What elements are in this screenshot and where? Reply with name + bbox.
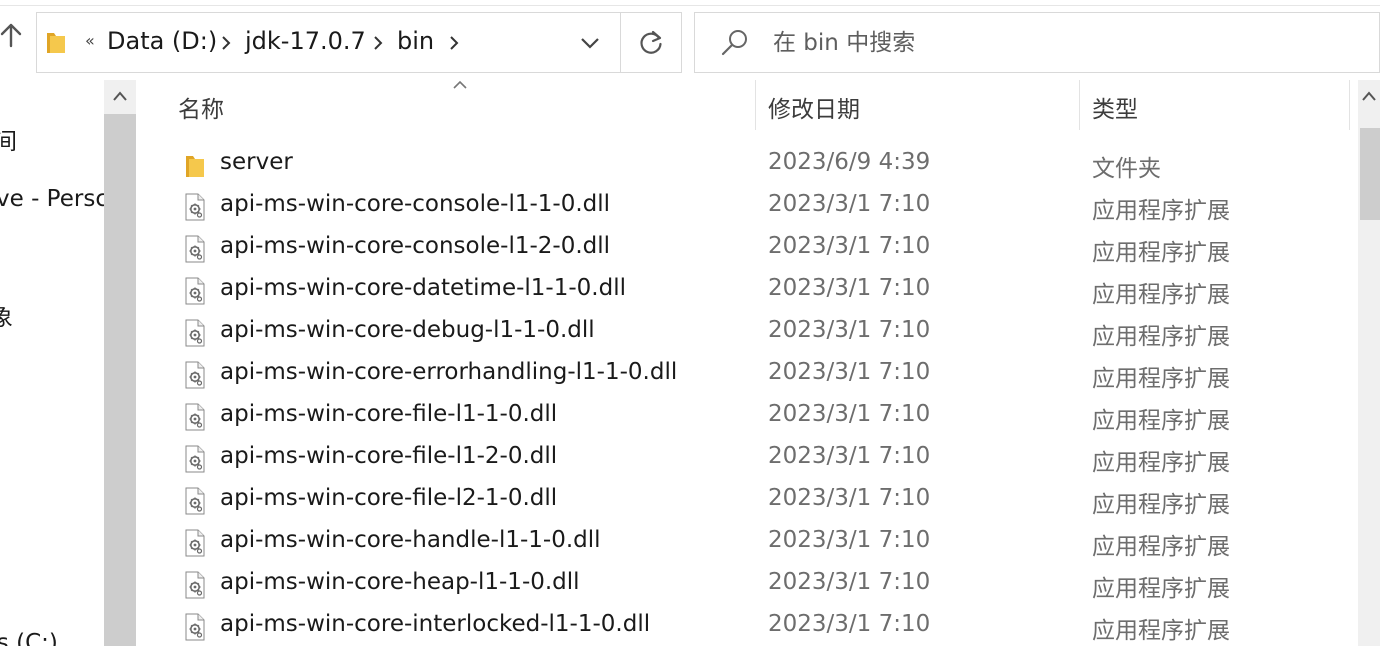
address-bar[interactable]: « Data (D:) jdk-17.0.7 bin: [36, 12, 682, 73]
file-name: api-ms-win-core-file-l2-1-0.dll: [220, 485, 558, 511]
file-row[interactable]: api-ms-win-core-interlocked-l1-1-0.dll 20…: [140, 606, 1350, 646]
column-divider[interactable]: [1079, 80, 1080, 130]
file-name: api-ms-win-core-datetime-l1-1-0.dll: [220, 275, 626, 301]
file-date-modified: 2023/3/1 7:10: [768, 359, 931, 385]
file-name: api-ms-win-core-handle-l1-1-0.dll: [220, 527, 601, 553]
dll-file-icon: [185, 445, 205, 473]
file-name: api-ms-win-core-console-l1-2-0.dll: [220, 233, 611, 259]
file-date-modified: 2023/3/1 7:10: [768, 611, 931, 637]
dll-file-icon: [185, 193, 205, 221]
chevron-right-icon[interactable]: [371, 35, 385, 51]
scroll-thumb[interactable]: [1360, 128, 1380, 220]
chevron-right-icon[interactable]: [219, 35, 233, 51]
dll-file-icon: [185, 403, 205, 431]
dll-file-icon: [185, 235, 205, 263]
window-top-edge: [0, 0, 1380, 6]
file-date-modified: 2023/3/1 7:10: [768, 527, 931, 553]
up-button[interactable]: [0, 22, 24, 66]
nav-item-onedrive[interactable]: ve - Persc: [0, 186, 104, 212]
scroll-up-arrow-icon[interactable]: [1361, 90, 1377, 102]
file-date-modified: 2023/3/1 7:10: [768, 233, 931, 259]
file-date-modified: 2023/3/1 7:10: [768, 485, 931, 511]
file-row[interactable]: api-ms-win-core-console-l1-2-0.dll 2023/3…: [140, 228, 1350, 270]
file-name: api-ms-win-core-debug-l1-1-0.dll: [220, 317, 595, 343]
file-date-modified: 2023/3/1 7:10: [768, 443, 931, 469]
dll-file-icon: [185, 571, 205, 599]
file-type: 应用程序扩展: [1092, 366, 1230, 392]
refresh-icon[interactable]: [637, 29, 665, 57]
navigation-scrollbar[interactable]: [104, 80, 136, 646]
search-icon: [721, 30, 747, 56]
breadcrumb-jdk[interactable]: jdk-17.0.7: [245, 27, 366, 55]
file-row[interactable]: server 2023/6/9 4:39 文件夹: [140, 144, 1350, 186]
file-type: 应用程序扩展: [1092, 618, 1230, 644]
file-type: 应用程序扩展: [1092, 534, 1230, 560]
dll-file-icon: [185, 319, 205, 347]
file-type: 应用程序扩展: [1092, 198, 1230, 224]
file-row[interactable]: api-ms-win-core-debug-l1-1-0.dll 2023/3/1…: [140, 312, 1350, 354]
file-date-modified: 2023/3/1 7:10: [768, 569, 931, 595]
file-type: 应用程序扩展: [1092, 408, 1230, 434]
file-name: server: [220, 149, 293, 175]
folder-icon: [186, 156, 204, 177]
file-row[interactable]: api-ms-win-core-datetime-l1-1-0.dll 2023/…: [140, 270, 1350, 312]
address-divider: [620, 13, 621, 72]
file-name: api-ms-win-core-interlocked-l1-1-0.dll: [220, 611, 651, 637]
scroll-thumb[interactable]: [104, 114, 136, 646]
column-header-date-modified[interactable]: 修改日期: [768, 90, 860, 124]
file-type: 应用程序扩展: [1092, 282, 1230, 308]
nav-item-partial[interactable]: 间: [0, 122, 17, 156]
file-row[interactable]: api-ms-win-core-console-l1-1-0.dll 2023/3…: [140, 186, 1350, 228]
file-name: api-ms-win-core-file-l1-1-0.dll: [220, 401, 558, 427]
column-divider[interactable]: [755, 80, 756, 130]
file-type: 应用程序扩展: [1092, 240, 1230, 266]
file-row[interactable]: api-ms-win-core-file-l2-1-0.dll 2023/3/1 …: [140, 480, 1350, 522]
file-row[interactable]: api-ms-win-core-handle-l1-1-0.dll 2023/3/…: [140, 522, 1350, 564]
file-type: 应用程序扩展: [1092, 576, 1230, 602]
overflow-chevron-icon[interactable]: «: [85, 31, 95, 50]
file-date-modified: 2023/3/1 7:10: [768, 191, 931, 217]
column-header-type[interactable]: 类型: [1092, 90, 1138, 124]
file-date-modified: 2023/3/1 7:10: [768, 317, 931, 343]
search-box[interactable]: [694, 12, 1380, 73]
navigation-pane: 间 ve - Persc 象 ws (C:): [0, 80, 104, 646]
file-row[interactable]: api-ms-win-core-errorhandling-l1-1-0.dll…: [140, 354, 1350, 396]
chevron-down-icon[interactable]: [579, 33, 601, 53]
file-row[interactable]: api-ms-win-core-heap-l1-1-0.dll 2023/3/1 …: [140, 564, 1350, 606]
file-name: api-ms-win-core-console-l1-1-0.dll: [220, 191, 611, 217]
file-type: 应用程序扩展: [1092, 450, 1230, 476]
file-type: 应用程序扩展: [1092, 492, 1230, 518]
dll-file-icon: [185, 487, 205, 515]
file-row[interactable]: api-ms-win-core-file-l1-2-0.dll 2023/3/1 …: [140, 438, 1350, 480]
file-date-modified: 2023/6/9 4:39: [768, 149, 931, 175]
sort-ascending-icon: [453, 80, 467, 89]
chevron-right-icon[interactable]: [447, 35, 461, 51]
file-date-modified: 2023/3/1 7:10: [768, 401, 931, 427]
arrow-up-icon: [0, 23, 22, 48]
file-date-modified: 2023/3/1 7:10: [768, 275, 931, 301]
breadcrumb-bin[interactable]: bin: [397, 27, 434, 55]
file-type: 文件夹: [1092, 156, 1161, 182]
nav-item-local-disk-c[interactable]: ws (C:): [0, 630, 58, 646]
file-name: api-ms-win-core-errorhandling-l1-1-0.dll: [220, 359, 678, 385]
column-header-name[interactable]: 名称: [178, 90, 224, 124]
dll-file-icon: [185, 613, 205, 641]
breadcrumb-data-drive[interactable]: Data (D:): [107, 27, 217, 55]
file-row[interactable]: api-ms-win-core-file-l1-1-0.dll 2023/3/1 …: [140, 396, 1350, 438]
file-list: 名称 修改日期 类型 server 2023/6/9 4:39 文件夹 api-ms-…: [140, 80, 1350, 646]
search-input[interactable]: [773, 23, 1333, 63]
dll-file-icon: [185, 529, 205, 557]
dll-file-icon: [185, 361, 205, 389]
scroll-up-arrow-icon[interactable]: [112, 90, 128, 102]
file-type: 应用程序扩展: [1092, 324, 1230, 350]
dll-file-icon: [185, 277, 205, 305]
nav-item-partial[interactable]: 象: [0, 298, 13, 332]
file-name: api-ms-win-core-heap-l1-1-0.dll: [220, 569, 580, 595]
column-divider[interactable]: [1349, 80, 1350, 130]
file-name: api-ms-win-core-file-l1-2-0.dll: [220, 443, 558, 469]
file-list-scrollbar[interactable]: [1358, 80, 1380, 646]
folder-icon: [47, 33, 65, 53]
